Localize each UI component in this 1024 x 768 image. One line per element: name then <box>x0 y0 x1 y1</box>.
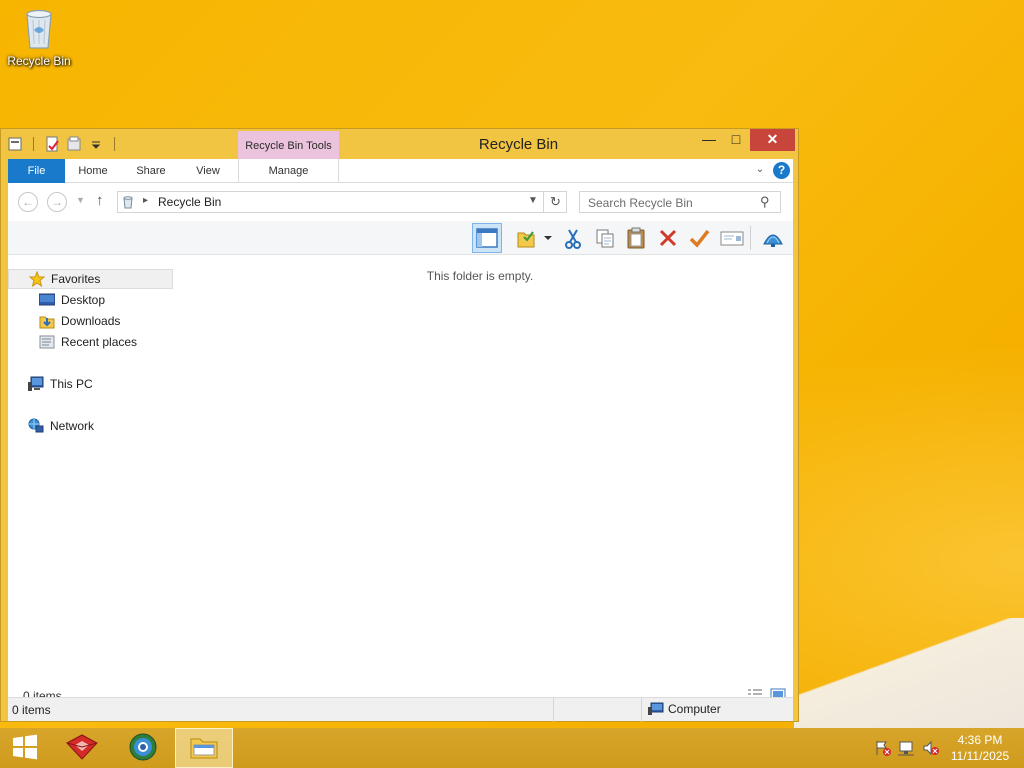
window-menu-icon[interactable] <box>7 136 23 152</box>
recent-locations-dropdown[interactable]: ▼ <box>76 195 85 205</box>
clock-date: 11/11/2025 <box>950 749 1010 763</box>
up-button[interactable]: ↑ <box>96 192 104 209</box>
nav-item-recent-places[interactable]: Recent places <box>8 332 173 352</box>
folder-options-icon[interactable] <box>511 223 541 253</box>
window-client: File Home Share View Manage ⌄ ? ← → ▼ ↑ … <box>8 159 793 721</box>
address-bar[interactable]: ▸ Recycle Bin ▼ ↻ <box>117 191 567 213</box>
nav-item-desktop[interactable]: Desktop <box>8 290 173 310</box>
tab-view[interactable]: View <box>183 159 233 183</box>
recycle-bin-icon <box>19 6 59 52</box>
file-explorer-icon <box>189 734 219 763</box>
new-folder-icon[interactable] <box>66 136 82 152</box>
address-dropdown-icon[interactable]: ▼ <box>528 195 538 206</box>
status-divider <box>641 698 642 722</box>
empty-folder-message: This folder is empty. <box>426 269 534 283</box>
windows-logo-icon <box>12 734 38 763</box>
properties-icon[interactable] <box>717 223 747 253</box>
customize-qat-icon[interactable] <box>88 136 104 152</box>
maximize-button[interactable]: □ <box>723 129 749 151</box>
status-divider <box>553 698 554 722</box>
nav-label: Desktop <box>61 293 106 307</box>
file-list-area[interactable]: This folder is empty. <box>178 255 793 685</box>
search-placeholder: Search Recycle Bin <box>588 196 693 210</box>
search-icon[interactable]: ⚲ <box>760 194 770 210</box>
clock-time: 4:36 PM <box>957 733 1003 747</box>
layout-pane-icon[interactable] <box>472 223 502 253</box>
cut-icon[interactable] <box>558 223 588 253</box>
ribbon-tabs: File Home Share View Manage ⌄ ? <box>8 159 793 183</box>
status-items: 0 items <box>12 703 51 717</box>
back-button[interactable]: ← <box>18 192 38 212</box>
forward-button[interactable]: → <box>47 192 67 212</box>
downloads-icon <box>39 313 55 329</box>
title-bar[interactable]: Recycle Bin Tools Recycle Bin — □ ✕ <box>1 129 798 159</box>
nav-item-network[interactable]: Network <box>8 416 173 436</box>
window-title: Recycle Bin <box>478 136 559 153</box>
minimize-button[interactable]: — <box>695 129 723 151</box>
delete-icon[interactable] <box>653 223 683 253</box>
rename-icon[interactable] <box>684 223 714 253</box>
nav-item-this-pc[interactable]: This PC <box>8 374 173 394</box>
desktop-recycle-bin[interactable]: Recycle Bin <box>6 6 72 68</box>
network-status-icon[interactable] <box>898 740 916 756</box>
address-row: ← → ▼ ↑ ▸ Recycle Bin ▼ ↻ Search Recycle… <box>8 183 793 221</box>
command-toolbar <box>8 221 793 255</box>
start-button[interactable] <box>0 728 50 768</box>
tab-share[interactable]: Share <box>126 159 176 183</box>
quick-access-toolbar <box>7 136 119 152</box>
action-center-flag-icon[interactable] <box>874 740 892 756</box>
nav-label: This PC <box>50 377 93 391</box>
status-location-label: Computer <box>668 702 721 716</box>
search-box[interactable]: Search Recycle Bin ⚲ <box>579 191 781 213</box>
computer-icon <box>28 376 44 392</box>
shell-icon[interactable] <box>758 223 788 253</box>
refresh-button[interactable]: ↻ <box>543 192 567 212</box>
desktop-icon <box>39 292 55 308</box>
toolbar-separator <box>750 226 751 250</box>
tab-file[interactable]: File <box>8 159 65 183</box>
status-location: Computer <box>648 702 721 716</box>
explorer-window: Recycle Bin Tools Recycle Bin — □ ✕ File… <box>0 128 799 722</box>
taskbar: 4:36 PM 11/11/2025 <box>0 728 1024 768</box>
folder-options-dropdown-icon[interactable] <box>540 223 556 253</box>
breadcrumb-recycle-bin[interactable]: Recycle Bin <box>158 195 221 209</box>
copy-icon[interactable] <box>590 223 620 253</box>
volume-muted-icon[interactable] <box>922 740 940 756</box>
taskbar-app-globe[interactable] <box>114 728 172 768</box>
recent-places-icon <box>39 334 55 350</box>
nav-item-downloads[interactable]: Downloads <box>8 311 173 331</box>
desktop-icon-label: Recycle Bin <box>7 54 71 68</box>
nav-label: Downloads <box>61 314 121 328</box>
recycle-bin-icon <box>121 195 135 209</box>
status-bar: 0 items Computer <box>8 697 793 722</box>
paste-icon[interactable] <box>621 223 651 253</box>
navigation-pane: Favorites Desktop Downloads Recent place… <box>8 255 178 685</box>
context-tab-recycle-bin-tools: Recycle Bin Tools <box>238 131 339 159</box>
help-button[interactable]: ? <box>773 162 790 179</box>
properties-icon[interactable] <box>44 136 60 152</box>
tab-manage[interactable]: Manage <box>238 159 339 183</box>
qat-separator <box>33 137 34 151</box>
nav-item-favorites[interactable]: Favorites <box>8 269 173 289</box>
nav-label: Network <box>50 419 95 433</box>
taskbar-app-red[interactable] <box>53 728 111 768</box>
star-icon <box>29 271 45 287</box>
taskbar-app-file-explorer[interactable] <box>175 728 233 768</box>
qat-separator <box>114 137 115 151</box>
breadcrumb-chevron-icon[interactable]: ▸ <box>143 195 148 206</box>
globe-icon <box>128 732 158 765</box>
nav-label: Recent places <box>61 335 138 349</box>
app-red-icon <box>65 733 99 764</box>
expand-ribbon-icon[interactable]: ⌄ <box>753 163 767 177</box>
close-button[interactable]: ✕ <box>750 129 795 151</box>
tab-home[interactable]: Home <box>68 159 118 183</box>
network-icon <box>28 418 44 434</box>
nav-label: Favorites <box>51 272 101 286</box>
system-clock[interactable]: 4:36 PM 11/11/2025 <box>940 732 1020 764</box>
wallpaper-corner <box>794 618 1024 728</box>
computer-icon <box>648 702 664 716</box>
